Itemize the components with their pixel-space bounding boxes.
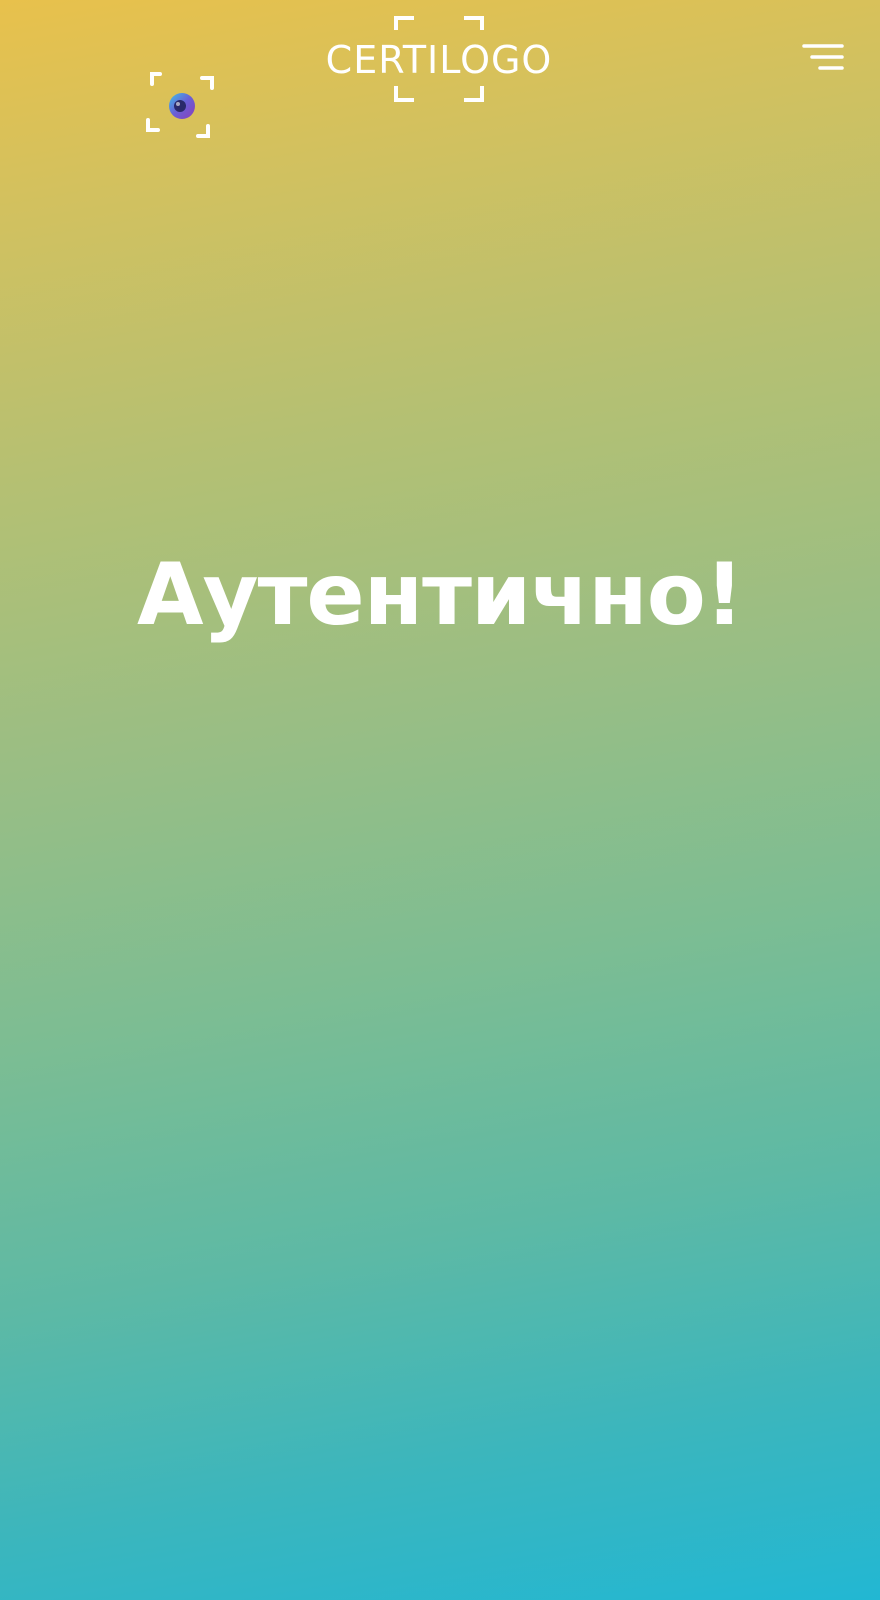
authentic-result-headline: Аутентично!: [136, 545, 744, 645]
authentication-result-screen: CERTILOGO Аутентично!: [0, 0, 880, 1600]
hamburger-menu-icon: [802, 44, 844, 70]
certilogo-logo[interactable]: CERTILOGO: [314, 14, 564, 104]
camera-scan-icon: [146, 72, 214, 138]
logo-wordmark: CERTILOGO: [325, 38, 553, 82]
scan-button[interactable]: [144, 70, 218, 144]
menu-button[interactable]: [800, 42, 846, 76]
